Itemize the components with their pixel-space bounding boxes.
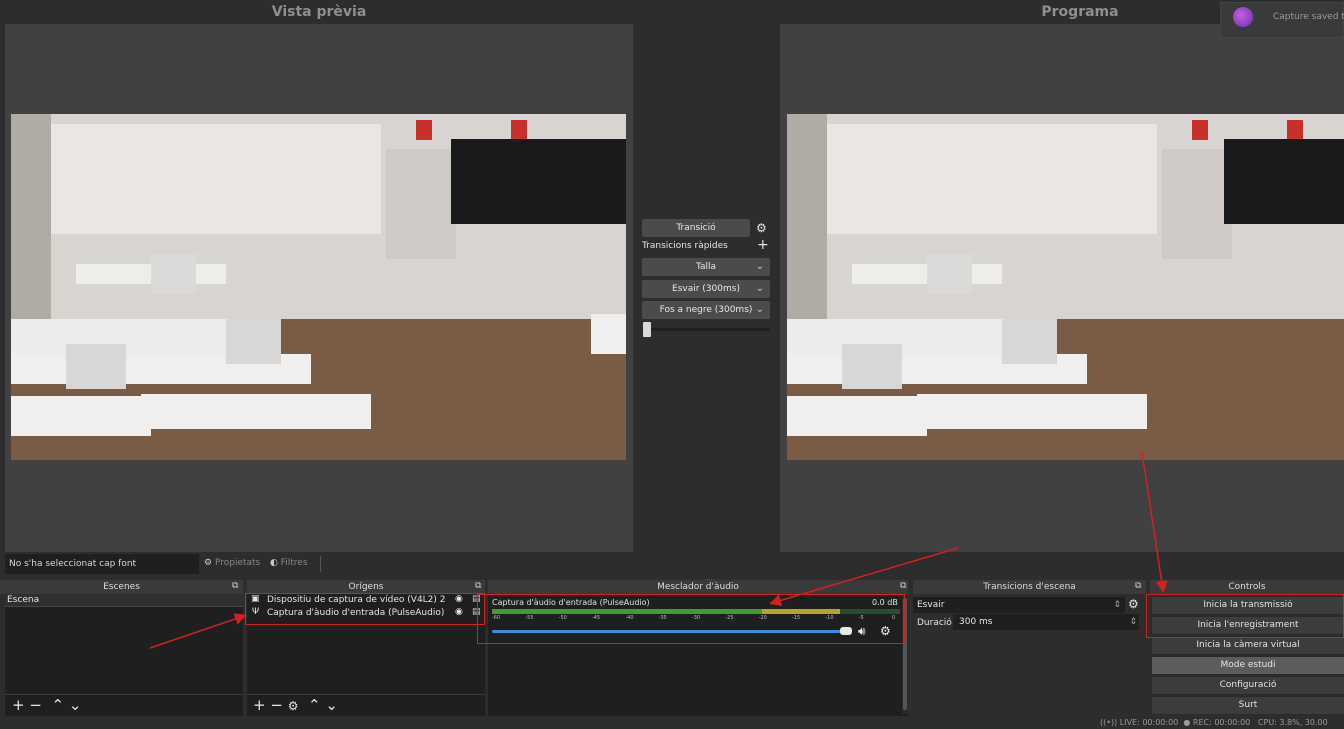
- arrow-to-controls: [1141, 451, 1168, 593]
- arrow-to-mixer: [769, 547, 959, 607]
- arrow-to-sources: [149, 613, 247, 649]
- annotation-arrows: [149, 451, 1168, 649]
